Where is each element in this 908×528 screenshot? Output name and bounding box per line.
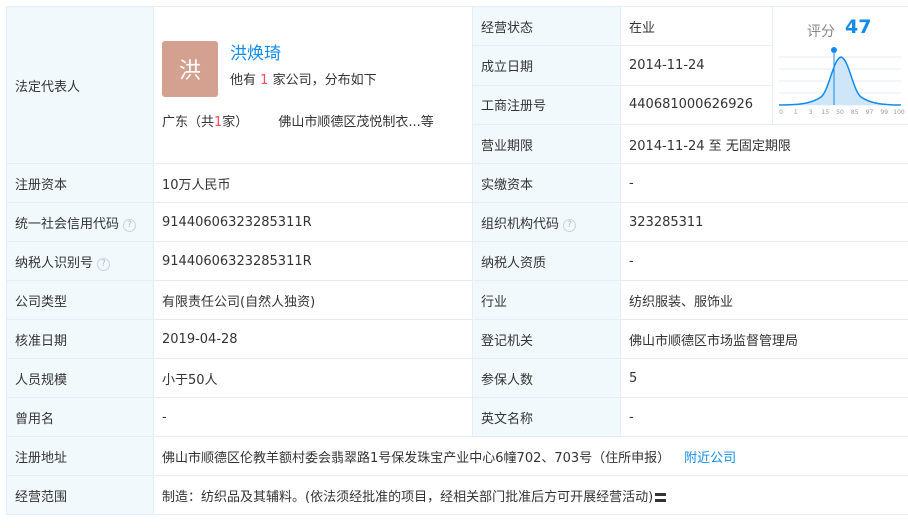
type-label: 公司类型 xyxy=(6,280,154,320)
address-label: 注册地址 xyxy=(6,436,154,476)
approve-value: 2019-04-28 xyxy=(153,319,473,359)
tick-labels: 0 1 3 15 50 85 97 99 100 xyxy=(779,109,905,116)
expand-icon[interactable] xyxy=(655,492,667,502)
english-label: 英文名称 xyxy=(472,397,621,437)
type-value: 有限责任公司(自然人独资) xyxy=(153,280,473,320)
paid-label: 实缴资本 xyxy=(472,163,621,203)
org-label: 组织机构代码 xyxy=(481,216,560,232)
authority-label: 登记机关 xyxy=(472,319,621,359)
province-prefix: 广东（共 xyxy=(162,114,215,130)
tick-label: 50 xyxy=(836,109,844,116)
former-label: 曾用名 xyxy=(6,397,154,437)
legal-rep-desc: 他有 1 家公司，分布如下 xyxy=(230,69,377,88)
taxq-value: - xyxy=(620,241,908,281)
tick-label: 1 xyxy=(794,109,798,116)
tax-label-cell: 纳税人识别号? xyxy=(6,241,154,281)
staff-value: 小于50人 xyxy=(153,358,473,398)
company-count: 1 xyxy=(260,72,269,88)
paid-value: - xyxy=(620,163,908,203)
scope-cell: 制造：纺织品及其辅料。(依法须经批准的项目，经相关部门批准后方可开展经营活动) xyxy=(153,475,908,515)
tick-label: 0 xyxy=(779,109,783,116)
former-value: - xyxy=(153,397,473,437)
approve-label: 核准日期 xyxy=(6,319,154,359)
desc-prefix: 他有 xyxy=(230,72,257,88)
insured-label: 参保人数 xyxy=(472,358,621,398)
tick-label: 3 xyxy=(809,109,813,116)
tax-label: 纳税人识别号 xyxy=(15,255,94,271)
tick-label: 97 xyxy=(866,109,874,116)
score-marker-icon xyxy=(831,47,837,53)
taxq-label: 纳税人资质 xyxy=(472,241,621,281)
industry-value: 纺织服装、服饰业 xyxy=(620,280,908,320)
capital-value: 10万人民币 xyxy=(153,163,473,203)
address-value: 佛山市顺德区伦教羊额村委会翡翠路1号保发珠宝产业中心6幢702、703号（住所申… xyxy=(162,450,671,466)
staff-label: 人员规模 xyxy=(6,358,154,398)
insured-value: 5 xyxy=(620,358,908,398)
credit-value: 91440606323285311R xyxy=(153,202,473,242)
status-value: 在业 xyxy=(620,5,773,47)
score-cell[interactable]: 评分 47 0 1 3 15 50 85 97 99 100 xyxy=(772,6,908,125)
tick-label: 99 xyxy=(880,109,888,116)
est-date-value: 2014-11-24 xyxy=(620,45,773,86)
status-label: 经营状态 xyxy=(472,5,621,47)
legal-rep-cell: 洪 洪焕琦 他有 1 家公司，分布如下 广东（共1家） 佛山市顺德区茂悦制衣..… xyxy=(153,6,473,164)
legal-rep-label: 法定代表人 xyxy=(6,6,154,164)
scope-label: 经营范围 xyxy=(6,475,154,515)
address-cell: 佛山市顺德区伦教羊额村委会翡翠路1号保发珠宝产业中心6幢702、703号（住所申… xyxy=(153,436,908,476)
credit-label-cell: 统一社会信用代码? xyxy=(6,202,154,242)
score-distribution-chart: 0 1 3 15 50 85 97 99 100 xyxy=(778,47,905,116)
company-info-table: 法定代表人 洪 洪焕琦 他有 1 家公司，分布如下 广东（共1家） 佛山市顺德区… xyxy=(6,5,908,515)
term-label: 营业期限 xyxy=(472,124,621,164)
scope-value: 制造：纺织品及其辅料。(依法须经批准的项目，经相关部门批准后方可开展经营活动) xyxy=(162,489,654,505)
tax-value: 91440606323285311R xyxy=(153,241,473,281)
question-circle-icon[interactable]: ? xyxy=(563,218,577,232)
score-label: 评分 xyxy=(807,24,835,40)
related-company-link[interactable]: 佛山市顺德区茂悦制衣...等 xyxy=(278,111,433,130)
org-value: 323285311 xyxy=(620,202,908,242)
capital-label: 注册资本 xyxy=(6,163,154,203)
tick-label: 100 xyxy=(893,109,905,116)
reg-no-value: 440681000626926 xyxy=(620,84,773,126)
org-label-cell: 组织机构代码? xyxy=(472,202,621,242)
legal-rep-name[interactable]: 洪焕琦 xyxy=(230,43,377,65)
province-summary: 广东（共1家） xyxy=(162,111,248,130)
nearby-companies-link[interactable]: 附近公司 xyxy=(684,451,736,466)
question-circle-icon[interactable]: ? xyxy=(97,257,111,271)
avatar[interactable]: 洪 xyxy=(162,40,218,97)
province-suffix: 家） xyxy=(222,114,249,130)
est-date-label: 成立日期 xyxy=(472,45,621,86)
question-circle-icon[interactable]: ? xyxy=(123,218,137,232)
desc-suffix: 家公司，分布如下 xyxy=(272,72,377,88)
english-value: - xyxy=(620,397,908,437)
term-value: 2014-11-24 至 无固定期限 xyxy=(620,124,908,164)
credit-label: 统一社会信用代码 xyxy=(15,216,120,232)
reg-no-label: 工商注册号 xyxy=(472,84,621,126)
tick-label: 15 xyxy=(821,109,829,116)
authority-value: 佛山市顺德区市场监督管理局 xyxy=(620,319,908,359)
tick-label: 85 xyxy=(851,109,859,116)
industry-label: 行业 xyxy=(472,280,621,320)
score-value: 47 xyxy=(845,16,872,38)
